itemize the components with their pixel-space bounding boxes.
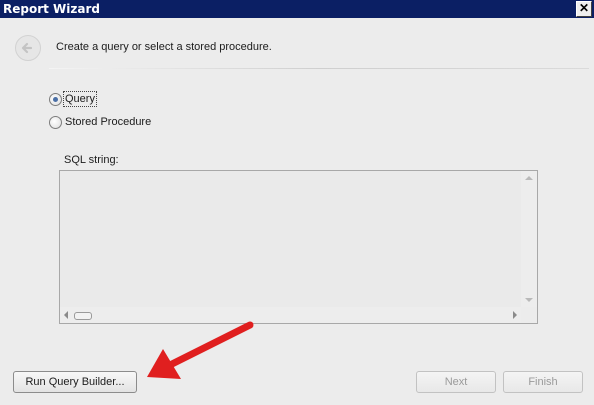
query-radio[interactable] (49, 93, 62, 106)
scroll-corner (521, 307, 537, 323)
close-button[interactable]: ✕ (576, 1, 592, 17)
stored-procedure-radio-label[interactable]: Stored Procedure (65, 115, 151, 129)
sql-string-label: SQL string: (64, 154, 119, 166)
stored-procedure-option[interactable]: Stored Procedure (49, 115, 169, 131)
window-title: Report Wizard (3, 2, 100, 16)
scroll-up-icon[interactable] (525, 176, 533, 180)
wizard-header: Create a query or select a stored proced… (0, 18, 594, 68)
finish-button[interactable]: Finish (503, 371, 583, 393)
stored-procedure-radio[interactable] (49, 116, 62, 129)
query-option[interactable]: Query (49, 91, 129, 108)
scroll-right-icon[interactable] (513, 311, 517, 319)
back-button[interactable] (15, 35, 41, 61)
query-radio-label[interactable]: Query (63, 91, 97, 107)
arrow-left-icon (21, 42, 33, 54)
next-button[interactable]: Next (416, 371, 496, 393)
vertical-scrollbar[interactable] (521, 171, 537, 307)
run-query-builder-button[interactable]: Run Query Builder... (13, 371, 137, 393)
scroll-left-icon[interactable] (64, 311, 68, 319)
horizontal-scrollbar[interactable] (60, 307, 521, 323)
sql-string-textarea[interactable] (59, 170, 538, 324)
horizontal-scroll-thumb[interactable] (74, 312, 92, 320)
red-arrow-icon (147, 321, 254, 379)
wizard-instruction: Create a query or select a stored proced… (56, 41, 272, 53)
scroll-down-icon[interactable] (525, 298, 533, 302)
close-icon: ✕ (578, 1, 590, 15)
title-bar: Report Wizard ✕ (0, 0, 594, 18)
header-separator (49, 68, 589, 69)
